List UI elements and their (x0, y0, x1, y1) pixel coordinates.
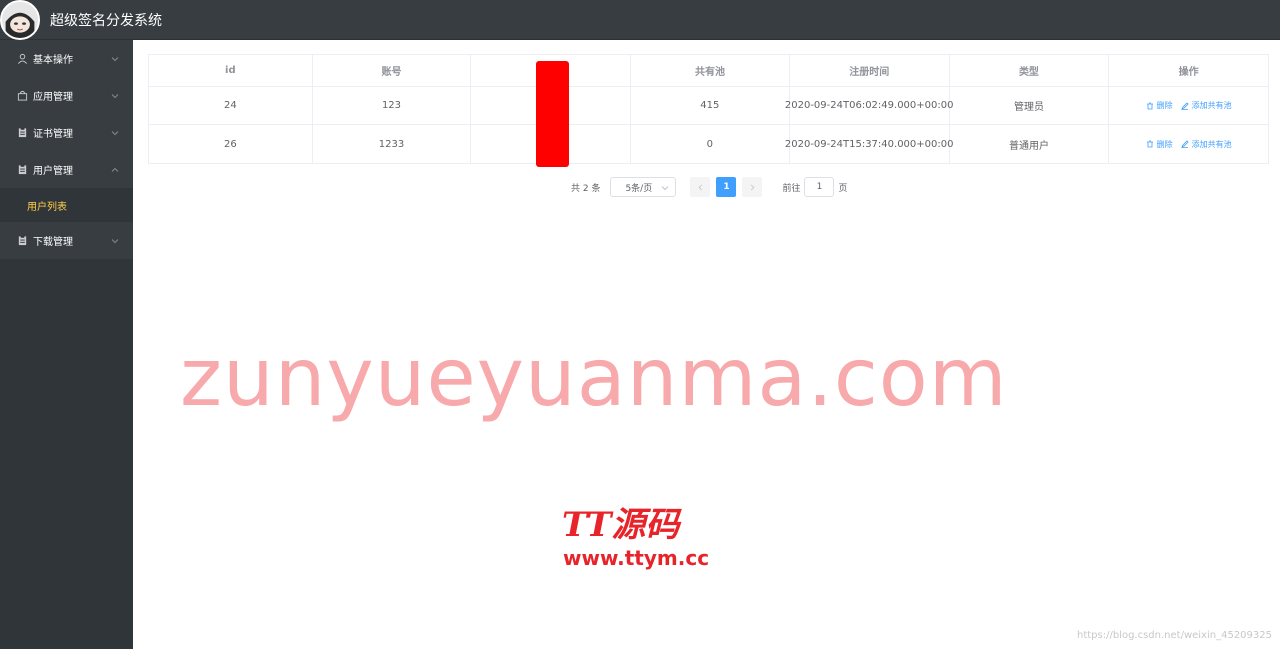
chevron-down-icon (111, 237, 119, 245)
page-size-value: 5条/页 (625, 183, 653, 194)
sidebar-item-label: 应用管理 (33, 92, 73, 103)
sidebar-item-certs[interactable]: 证书管理 (0, 114, 133, 151)
cell-pool: 415 (631, 87, 790, 124)
avatar-icon (2, 1, 38, 38)
sidebar-item-label: 下载管理 (33, 237, 73, 248)
watermark-corner: https://blog.csdn.net/weixin_45209325 (1076, 630, 1272, 641)
clipboard-icon (16, 164, 28, 176)
watermark-main: zunyueyuanma.com (180, 331, 1008, 424)
column-header-account: 账号 (313, 55, 472, 86)
pagination-total: 共 2 条 (571, 183, 601, 194)
prev-page-button[interactable] (690, 177, 711, 197)
cell-pool: 0 (631, 125, 790, 163)
page-number-current[interactable]: 1 (716, 177, 737, 197)
page-suffix: 页 (838, 183, 848, 194)
top-header: 超级签名分发系统 (0, 0, 1280, 40)
sidebar-item-label: 基本操作 (33, 55, 73, 66)
cell-actions: 删除 添加共有池 (1109, 87, 1268, 124)
redaction-block (536, 61, 569, 167)
user-icon (16, 53, 28, 65)
table-header-row: id 账号 共有池 注册时间 类型 操作 (149, 55, 1268, 87)
sidebar-item-label: 证书管理 (33, 129, 73, 140)
cell-id: 26 (149, 125, 313, 163)
watermark-logo: TT源码 (562, 505, 680, 545)
chevron-right-icon (750, 184, 755, 190)
trash-icon (1146, 140, 1153, 148)
next-page-button[interactable] (742, 177, 763, 197)
sidebar-item-downloads[interactable]: 下载管理 (0, 222, 133, 259)
cell-actions: 删除 添加共有池 (1109, 125, 1268, 163)
sidebar-item-apps[interactable]: 应用管理 (0, 77, 133, 114)
sidebar-menu: 基本操作 应用管理 证书管理 用户管理 用户列表 下载管理 (0, 40, 133, 259)
column-header-id: id (149, 55, 313, 86)
cell-registered: 2020-09-24T06:02:49.000+00:00 (785, 87, 953, 124)
add-pool-label: 添加共有池 (1191, 101, 1232, 110)
chevron-down-icon (662, 186, 669, 191)
page-size-select[interactable]: 5条/页 (610, 177, 677, 197)
table-row: 26 1233 0 2020-09-24T15:37:40.000+00:00 … (149, 125, 1268, 163)
sidebar-item-users[interactable]: 用户管理 (0, 151, 133, 188)
clipboard-icon (16, 235, 28, 247)
column-header-type: 类型 (950, 55, 1110, 86)
goto-label: 前往 (782, 183, 801, 194)
delete-button[interactable]: 删除 (1146, 139, 1173, 150)
cell-account: 1233 (313, 125, 472, 163)
cell-type: 管理员 (950, 87, 1110, 124)
cell-id: 24 (149, 87, 313, 124)
chevron-down-icon (111, 129, 119, 137)
add-pool-button[interactable]: 添加共有池 (1180, 139, 1232, 150)
edit-icon (1180, 101, 1189, 110)
app-title: 超级签名分发系统 (50, 12, 162, 29)
goto-page-input[interactable] (804, 177, 835, 197)
table-row: 24 123 415 2020-09-24T06:02:49.000+00:00… (149, 87, 1268, 125)
pagination: 共 2 条 5条/页 1 前往 页 (571, 177, 847, 197)
sidebar-item-basic[interactable]: 基本操作 (0, 40, 133, 77)
trash-icon (1146, 102, 1153, 109)
sidebar-item-label: 用户管理 (33, 166, 73, 177)
edit-icon (1180, 140, 1189, 148)
add-pool-label: 添加共有池 (1191, 139, 1232, 149)
bag-icon (16, 90, 28, 102)
cell-type: 普通用户 (950, 125, 1110, 163)
delete-label: 删除 (1156, 139, 1173, 149)
chevron-down-icon (111, 92, 119, 100)
column-header-pool: 共有池 (631, 55, 790, 86)
cell-registered: 2020-09-24T15:37:40.000+00:00 (785, 125, 953, 163)
chevron-left-icon (698, 184, 703, 190)
sidebar-subitem-user-list[interactable]: 用户列表 (0, 188, 133, 222)
sidebar: 基本操作 应用管理 证书管理 用户管理 用户列表 下载管理 (0, 40, 133, 649)
delete-label: 删除 (1156, 101, 1173, 110)
avatar[interactable] (0, 0, 40, 40)
chevron-up-icon (111, 166, 119, 174)
cell-account: 123 (313, 87, 472, 124)
add-pool-button[interactable]: 添加共有池 (1180, 100, 1232, 111)
clipboard-icon (16, 127, 28, 139)
sidebar-subitem-label: 用户列表 (27, 201, 67, 213)
delete-button[interactable]: 删除 (1146, 100, 1173, 111)
chevron-down-icon (111, 55, 119, 63)
watermark-url: www.ttym.cc (563, 546, 710, 570)
column-header-registered: 注册时间 (790, 55, 950, 86)
user-table: id 账号 共有池 注册时间 类型 操作 24 123 415 2020-09-… (148, 54, 1269, 164)
column-header-actions: 操作 (1178, 67, 1199, 78)
